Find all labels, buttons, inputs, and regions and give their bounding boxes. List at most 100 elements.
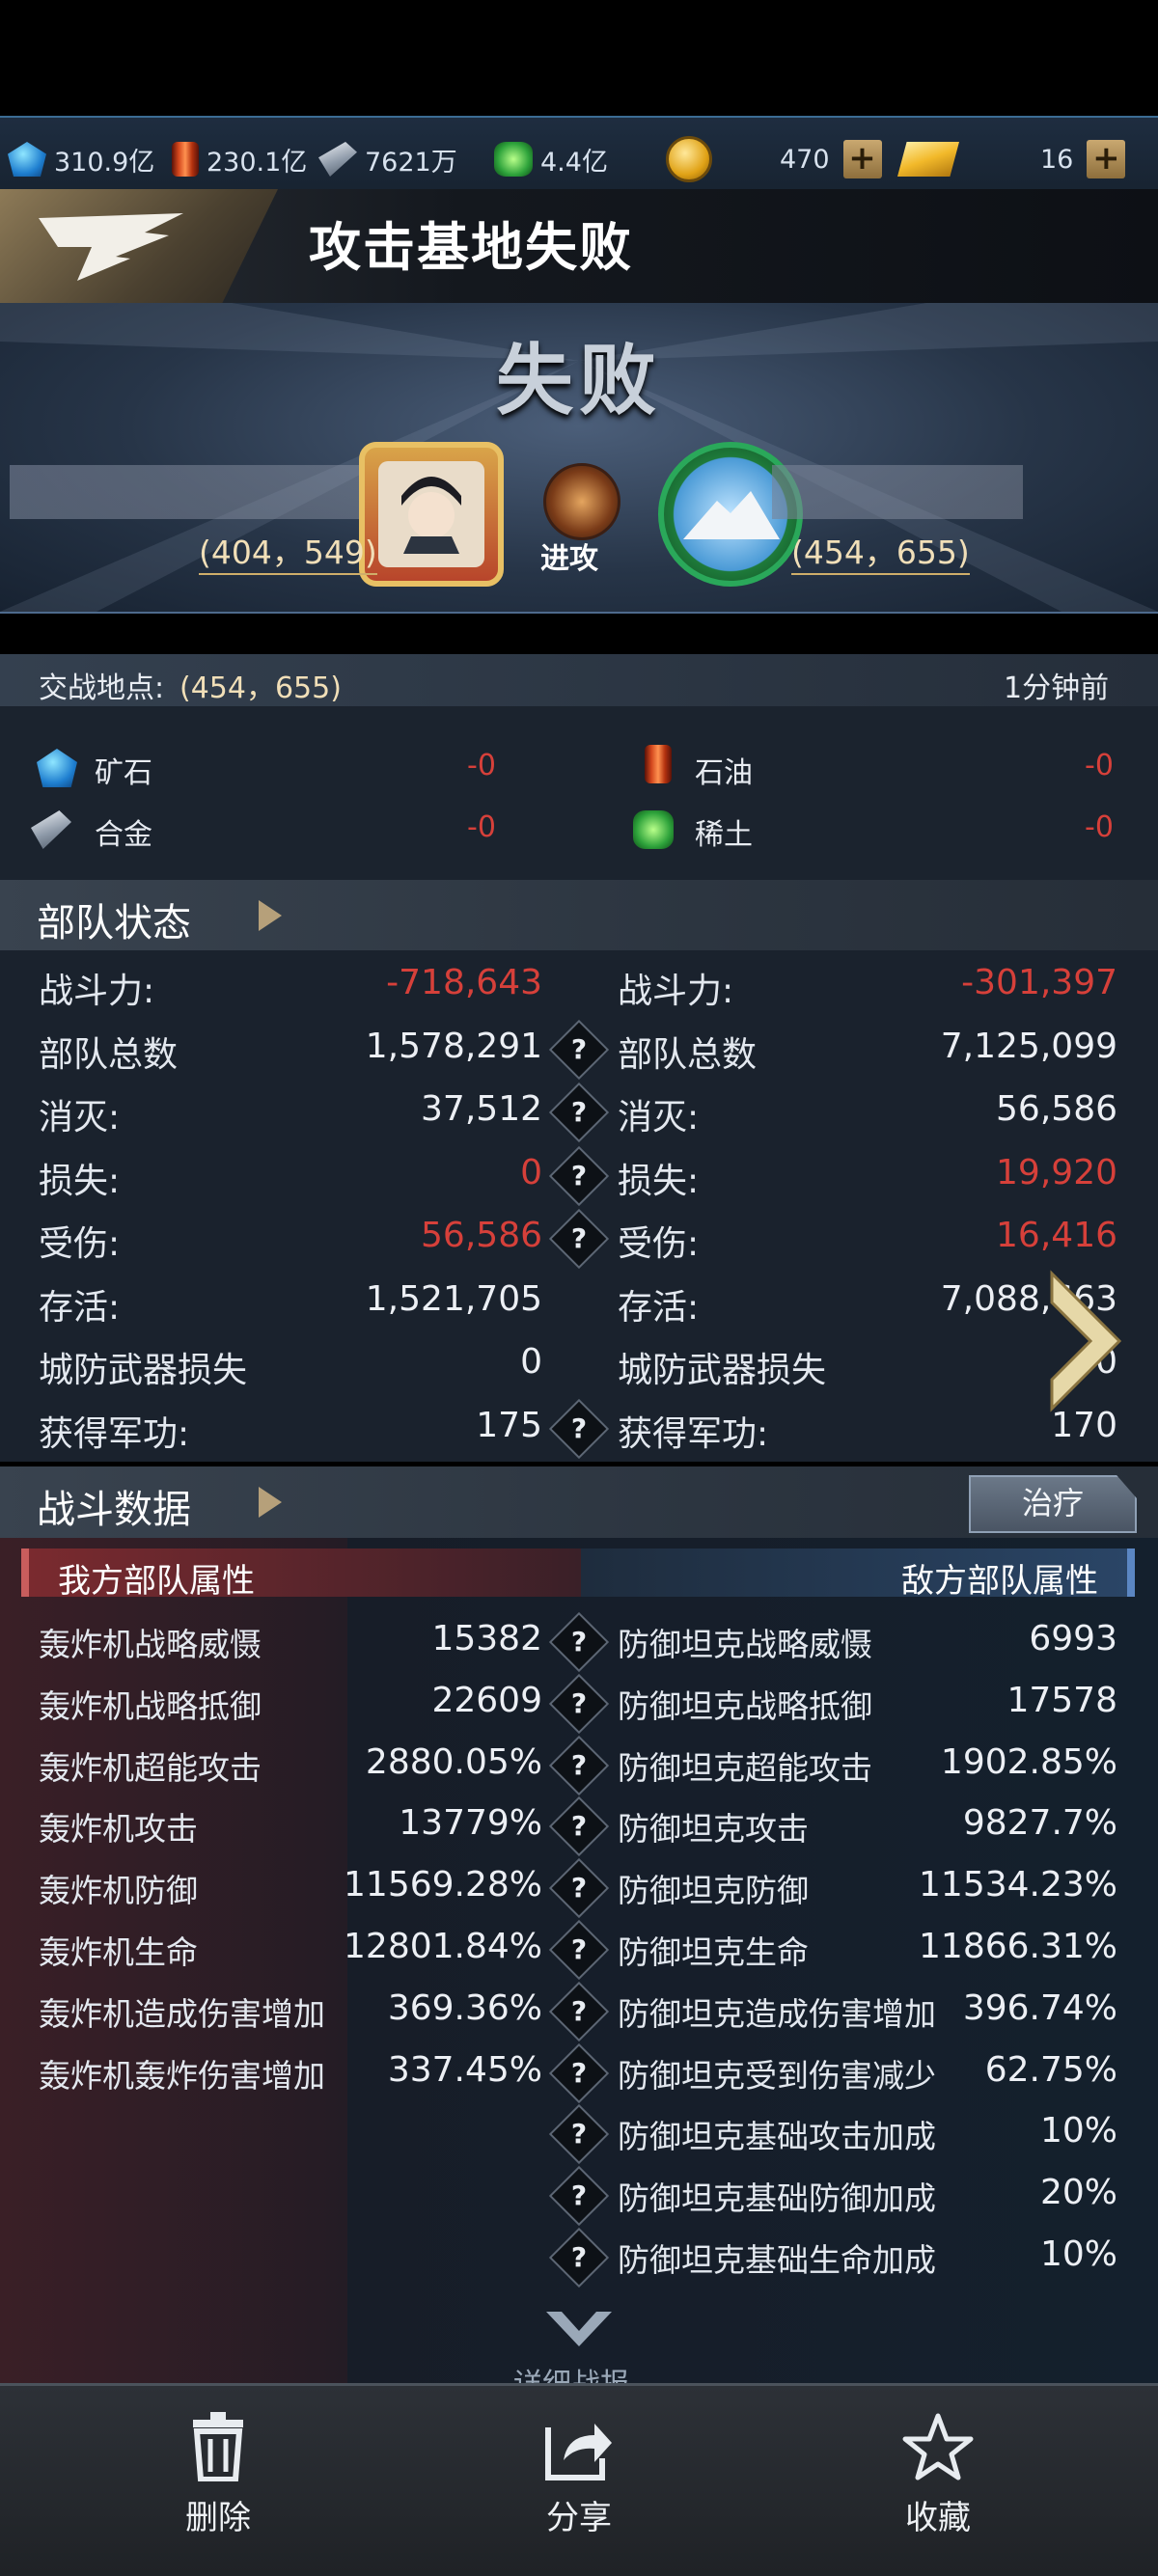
enemy-attribute-label: 防御坦克受到伤害减少 — [618, 2056, 936, 2095]
my-stat-value: 0 — [520, 1152, 542, 1192]
enemy-attribute-label: 防御坦克基础攻击加成 — [618, 2118, 936, 2156]
my-stat-value: 1,521,705 — [365, 1278, 542, 1319]
location-coord-link[interactable]: (454，655) — [179, 664, 342, 708]
my-attribute-value: 2880.05% — [365, 1741, 542, 1782]
enemy-attribute-label: 防御坦克战略威慑 — [618, 1626, 872, 1663]
defender-coord-link[interactable]: (454，655) — [791, 527, 970, 575]
my-attribute-label: 轰炸机战略威慑 — [39, 1626, 262, 1663]
my-stat-label: 城防武器损失 — [39, 1351, 248, 1390]
ore-icon — [8, 142, 46, 177]
page-title: 攻击基地失败 — [309, 217, 633, 278]
my-attribute-value: 15382 — [431, 1619, 542, 1658]
enemy-attribute-value: 9827.7% — [962, 1803, 1117, 1844]
my-stat-label: 获得军功: — [39, 1413, 190, 1454]
my-stat-label: 消灭: — [39, 1098, 121, 1137]
my-attribute-label: 轰炸机战略抵御 — [39, 1686, 262, 1725]
rare-earth-resource: 4.4亿 — [494, 137, 608, 181]
details-label[interactable]: 详细战报 — [513, 2368, 629, 2383]
enemy-attribute-label: 防御坦克基础生命加成 — [618, 2241, 936, 2279]
attacker-avatar[interactable] — [359, 442, 504, 587]
chevron-right-icon — [259, 900, 282, 931]
my-stat-value: -718,643 — [386, 963, 542, 1002]
loot-name: 稀土 — [695, 818, 753, 852]
enemy-stat-label: 城防武器损失 — [618, 1351, 827, 1390]
add-coin-button[interactable]: + — [842, 140, 882, 178]
expand-details-icon[interactable] — [542, 2308, 616, 2356]
delete-button[interactable]: 删除 — [141, 2412, 295, 2538]
my-attribute-label: 轰炸机生命 — [39, 1933, 198, 1971]
my-stat-label: 存活: — [39, 1287, 121, 1328]
attacker-coord-link[interactable]: (404，549) — [199, 527, 377, 575]
battle-time: 1分钟前 — [1004, 671, 1110, 705]
enemy-attribute-value: 17578 — [1006, 1680, 1117, 1720]
treat-button[interactable]: 治疗 — [969, 1475, 1137, 1533]
add-gold-button[interactable]: + — [1087, 140, 1126, 178]
loot-value: -0 — [1085, 810, 1114, 844]
share-icon — [545, 2424, 612, 2480]
my-attribute-value: 12801.84% — [344, 1927, 542, 1966]
troop-status-header[interactable]: 部队状态 — [0, 880, 1158, 951]
enemy-attribute-label: 防御坦克战略抵御 — [618, 1686, 872, 1725]
oil-icon — [645, 745, 672, 783]
loot-value: -0 — [1085, 749, 1114, 782]
enemy-stat-value: 19,920 — [996, 1152, 1117, 1192]
attacker-name-blurred — [10, 465, 386, 519]
enemy-attribute-label: 防御坦克基础防御加成 — [618, 2179, 936, 2218]
enemy-stat-label: 受伤: — [618, 1224, 700, 1264]
enemy-attribute-label: 防御坦克防御 — [618, 1872, 809, 1910]
my-stat-value: 175 — [476, 1405, 542, 1445]
section-title: 战斗数据 — [37, 1488, 191, 1532]
coin-icon — [666, 136, 712, 182]
attacker-portrait — [378, 461, 484, 567]
alloy-icon — [318, 142, 357, 177]
favorite-button[interactable]: 收藏 — [861, 2412, 1015, 2538]
my-attribute-label: 轰炸机防御 — [39, 1872, 198, 1910]
enemy-stat-label: 部队总数 — [618, 1034, 758, 1075]
enemy-attribute-value: 1902.85% — [940, 1741, 1117, 1782]
my-attribute-value: 337.45% — [387, 2049, 542, 2090]
star-icon — [902, 2413, 974, 2480]
eagle-icon — [39, 213, 183, 281]
loot-name: 矿石 — [95, 756, 152, 790]
enemy-stat-label: 存活: — [618, 1287, 700, 1328]
chevron-right-icon — [259, 1487, 282, 1518]
rare-earth-icon — [494, 142, 533, 177]
enemy-stat-label: 战斗力: — [618, 972, 734, 1011]
enemy-attribute-label: 防御坦克造成伤害增加 — [618, 1994, 936, 2033]
loot-value: -0 — [467, 749, 496, 782]
loot-name: 石油 — [695, 756, 753, 790]
my-attribute-label: 轰炸机轰炸伤害增加 — [39, 2056, 325, 2095]
my-attribute-value: 13779% — [399, 1803, 542, 1844]
next-arrow-icon[interactable] — [1042, 1264, 1129, 1418]
coin-resource: 470 + — [666, 136, 882, 182]
enemy-stat-value: -301,397 — [961, 963, 1117, 1002]
oil-icon — [172, 142, 199, 177]
enemy-attribute-label: 防御坦克生命 — [618, 1933, 809, 1971]
battle-location-bar — [0, 654, 1158, 706]
my-stat-label: 战斗力: — [39, 972, 155, 1011]
my-attribute-value: 22609 — [431, 1680, 542, 1720]
my-attribute-value: 11569.28% — [344, 1865, 542, 1905]
ore-resource: 310.9亿 — [8, 137, 154, 181]
enemy-stat-label: 获得军功: — [618, 1413, 769, 1454]
enemy-attribute-value: 62.75% — [984, 2049, 1117, 2090]
loot-name: 合金 — [95, 818, 152, 852]
trash-icon — [193, 2412, 243, 2482]
enemy-attribute-label: 防御坦克攻击 — [618, 1810, 809, 1849]
my-troop-attributes-header: 我方部队属性 — [21, 1548, 581, 1601]
section-title: 部队状态 — [37, 901, 191, 945]
enemy-stat-value: 56,586 — [996, 1089, 1117, 1129]
loot-value: -0 — [467, 810, 496, 844]
enemy-troop-attributes-header: 敌方部队属性 — [581, 1548, 1135, 1601]
my-stat-label: 部队总数 — [39, 1034, 179, 1075]
my-stat-value: 56,586 — [421, 1216, 542, 1255]
share-button[interactable]: 分享 — [502, 2412, 656, 2538]
my-stat-label: 损失: — [39, 1161, 121, 1201]
gold-bar-icon — [897, 142, 959, 177]
enemy-attribute-value: 396.74% — [962, 1987, 1117, 2028]
enemy-stat-label: 损失: — [618, 1161, 700, 1201]
oil-resource: 230.1亿 — [172, 137, 307, 181]
my-stat-value: 0 — [520, 1342, 542, 1382]
rare-earth-icon — [633, 810, 674, 849]
attack-medal-icon — [543, 463, 620, 540]
